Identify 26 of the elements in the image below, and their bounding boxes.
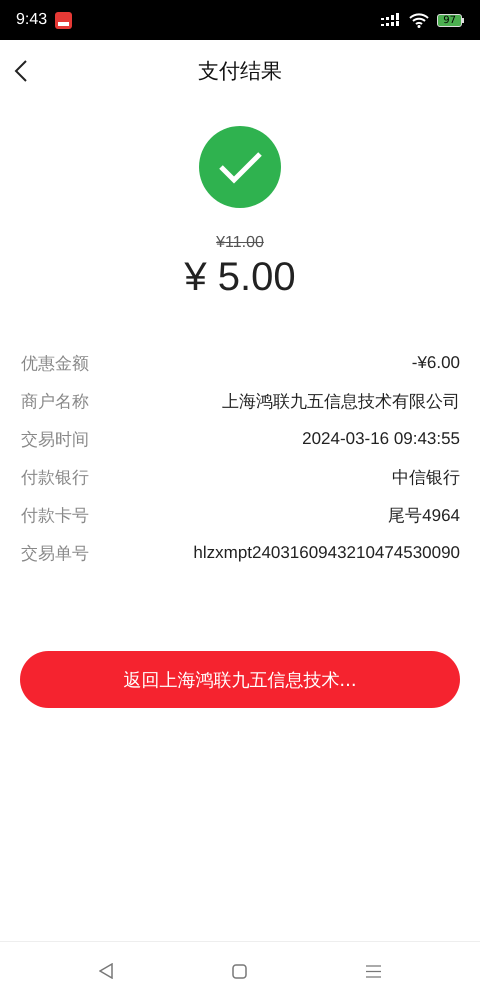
return-merchant-button[interactable]: 返回上海鸿联九五信息技术... bbox=[20, 651, 460, 708]
detail-value: hlzxmpt2403160943210474530090 bbox=[193, 543, 460, 563]
back-icon[interactable] bbox=[14, 60, 28, 82]
app-notification-icon bbox=[55, 12, 72, 28]
detail-value: -¥6.00 bbox=[412, 353, 460, 373]
detail-label: 付款卡号 bbox=[21, 504, 89, 526]
paid-amount: ¥ 5.00 bbox=[184, 254, 296, 301]
wifi-icon bbox=[409, 12, 430, 28]
detail-label: 商户名称 bbox=[21, 390, 89, 412]
detail-label: 付款银行 bbox=[21, 466, 89, 488]
detail-label: 优惠金额 bbox=[21, 352, 89, 374]
success-check-icon bbox=[199, 126, 281, 208]
menu-nav-icon[interactable] bbox=[366, 964, 381, 978]
home-nav-icon[interactable] bbox=[232, 964, 247, 978]
status-time: 9:43 bbox=[16, 11, 48, 29]
detail-value: 2024-03-16 09:43:55 bbox=[302, 429, 460, 449]
detail-label: 交易单号 bbox=[21, 542, 89, 564]
detail-label: 交易时间 bbox=[21, 428, 89, 450]
signal-icon bbox=[381, 13, 402, 27]
back-nav-icon[interactable] bbox=[99, 963, 114, 979]
page-title: 支付结果 bbox=[198, 58, 282, 85]
battery-icon: 97 bbox=[437, 14, 464, 26]
detail-value: 尾号4964 bbox=[388, 504, 460, 526]
detail-value: 中信银行 bbox=[392, 466, 460, 488]
original-price: ¥11.00 bbox=[216, 234, 264, 252]
detail-value: 上海鸿联九五信息技术有限公司 bbox=[222, 390, 460, 412]
